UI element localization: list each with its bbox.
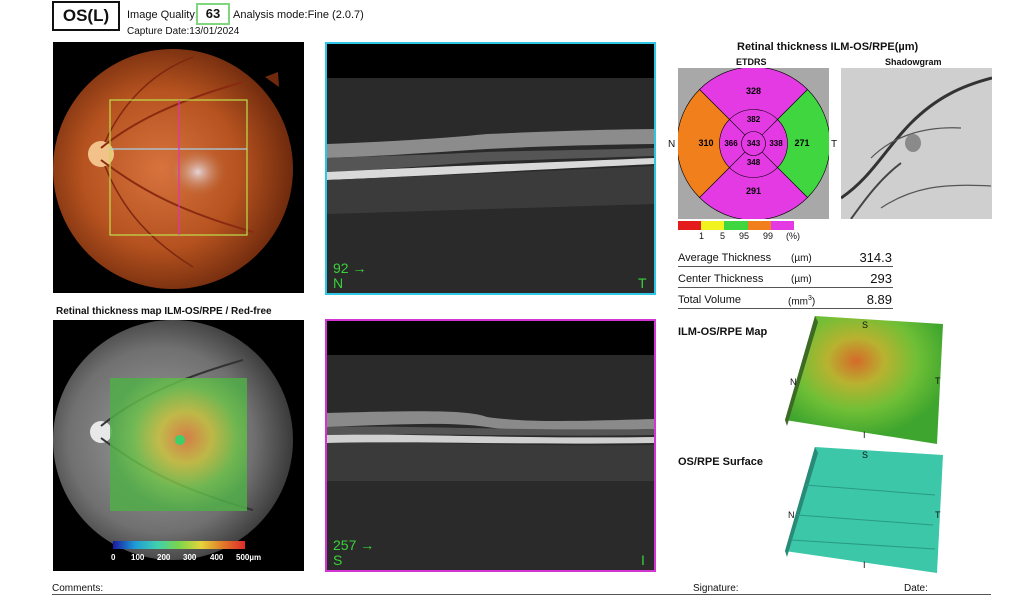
eye-label: OS(L) xyxy=(52,1,120,31)
oct-horizontal-svg xyxy=(327,44,654,293)
oct-bottom-inferior-letter: I xyxy=(641,552,645,568)
legend-tick-99: 99 xyxy=(763,231,774,241)
etdrs-outer-temporal: 271 xyxy=(794,138,809,148)
ilm-3d-map[interactable] xyxy=(785,314,945,444)
os-rpe-surface-title: OS/RPE Surface xyxy=(678,456,763,468)
etdrs-label: ETDRS xyxy=(736,57,767,67)
legend-tick-95: 95 xyxy=(739,231,750,241)
surface-inferior-letter: I xyxy=(863,560,866,570)
oct-bottom-superior-letter: S xyxy=(333,552,343,568)
center-thickness-unit: (µm) xyxy=(791,274,812,285)
average-thickness-unit: (µm) xyxy=(791,253,812,264)
date-label: Date: xyxy=(904,583,928,594)
shadowgram-svg xyxy=(840,68,993,220)
fundus-redfree-image[interactable]: 0 100 200 300 400 500µm xyxy=(53,320,304,571)
average-thickness-label: Average Thickness xyxy=(678,252,772,264)
average-underline xyxy=(678,266,893,267)
ilm-map-title: ILM-OS/RPE Map xyxy=(678,326,768,338)
analysis-mode: Analysis mode:Fine (2.0.7) xyxy=(233,9,364,21)
shadowgram-image[interactable] xyxy=(840,68,993,220)
etdrs-outer-inferior: 291 xyxy=(746,186,761,196)
image-quality-label: Image Quality: xyxy=(127,9,198,21)
total-volume-unit: (mm3) xyxy=(788,295,815,307)
scale-label-300: 300 xyxy=(183,553,197,562)
etdrs-inner-nasal: 366 xyxy=(724,139,738,148)
etdrs-inner-superior: 382 xyxy=(747,115,761,124)
ilm-3d-svg xyxy=(785,316,943,444)
average-thickness-value: 314.3 xyxy=(859,250,892,265)
fundus-redfree-svg xyxy=(53,320,293,560)
etdrs-nasal-letter: N xyxy=(668,139,676,150)
scale-label-0: 0 xyxy=(111,553,116,562)
legend-yellow xyxy=(701,221,725,230)
oct-top-nasal-letter: N xyxy=(333,275,344,291)
footer-line xyxy=(52,594,991,595)
fundus-color-image[interactable] xyxy=(53,42,304,293)
shadowgram-label: Shadowgram xyxy=(885,57,942,67)
legend-green xyxy=(724,221,748,230)
surface-temporal-letter: T xyxy=(935,510,941,520)
capture-date: Capture Date:13/01/2024 xyxy=(127,26,240,37)
total-volume-label: Total Volume xyxy=(678,294,741,306)
legend-red xyxy=(678,221,702,230)
etdrs-center: 343 xyxy=(747,139,761,148)
ilm-superior-letter: S xyxy=(862,320,869,330)
etdrs-temporal-letter: T xyxy=(831,139,838,150)
center-thickness-value: 293 xyxy=(870,271,892,286)
signature-label: Signature: xyxy=(693,583,739,594)
scale-label-200: 200 xyxy=(157,553,171,562)
image-quality-value: 63 xyxy=(196,3,230,25)
etdrs-inner-temporal: 338 xyxy=(769,139,783,148)
legend-orange xyxy=(747,221,771,230)
center-underline xyxy=(678,287,893,288)
etdrs-outer-superior: 328 xyxy=(746,86,761,96)
comments-label: Comments: xyxy=(52,583,104,594)
volume-unit-open: (mm xyxy=(788,296,808,308)
os-rpe-3d-surface[interactable] xyxy=(785,445,945,575)
surface-superior-letter: S xyxy=(862,450,869,460)
etdrs-inner-inferior: 348 xyxy=(747,158,761,167)
legend-tick-1: 1 xyxy=(699,231,705,241)
surface-nasal-letter: N xyxy=(788,510,795,520)
oct-vertical-svg xyxy=(327,321,654,570)
oct-scan-horizontal[interactable]: 92 → N T xyxy=(325,42,656,295)
ilm-inferior-letter: I xyxy=(863,430,866,440)
etdrs-grid-svg: 328 310 271 291 382 366 338 348 343 xyxy=(676,66,831,221)
scale-label-500: 500µm xyxy=(236,553,262,562)
scale-label-400: 400 xyxy=(210,553,224,562)
legend-magenta xyxy=(770,221,795,230)
percentile-legend xyxy=(678,221,795,230)
fundus-color-svg xyxy=(53,49,293,289)
oct-bottom-scan-number: 257 → xyxy=(333,537,375,553)
total-volume-value: 8.89 xyxy=(866,292,892,307)
scale-label-100: 100 xyxy=(131,553,145,562)
center-thickness-label: Center Thickness xyxy=(678,273,764,285)
oct-scan-vertical[interactable]: 257 → S I xyxy=(325,319,656,572)
etdrs-outer-nasal: 310 xyxy=(698,138,713,148)
thickness-color-scale xyxy=(113,541,245,549)
volume-underline xyxy=(678,308,893,309)
legend-tick-percent: (%) xyxy=(786,231,800,241)
ilm-nasal-letter: N xyxy=(790,377,797,387)
legend-tick-5: 5 xyxy=(720,231,726,241)
volume-unit-close: ) xyxy=(811,296,816,308)
os-rpe-3d-svg xyxy=(785,447,943,573)
etdrs-grid[interactable]: 328 310 271 291 382 366 338 348 343 xyxy=(676,66,831,221)
thickness-map-title: Retinal thickness map ILM-OS/RPE / Red-f… xyxy=(56,306,272,317)
ilm-temporal-letter: T xyxy=(935,376,941,386)
oct-top-scan-number: 92 → xyxy=(333,260,367,276)
oct-top-temporal-letter: T xyxy=(638,275,647,291)
retinal-thickness-title: Retinal thickness ILM-OS/RPE(µm) xyxy=(737,41,919,53)
